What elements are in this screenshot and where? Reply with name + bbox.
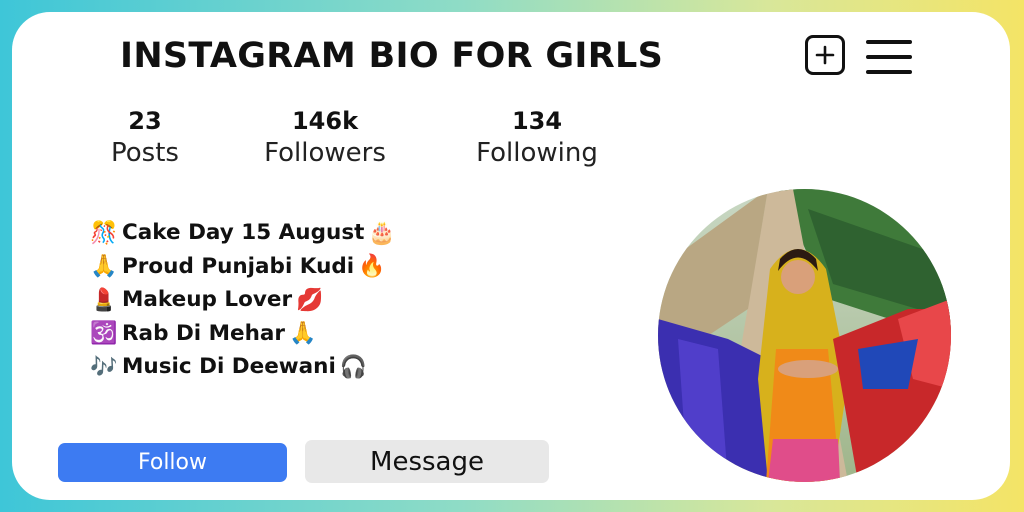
bio-line: 🎶 Music Di Deewani 🎧 — [90, 350, 396, 384]
bio-text: Rab Di Mehar — [122, 320, 286, 346]
plus-square-icon — [815, 45, 835, 65]
bio-line: 🙏 Proud Punjabi Kudi 🔥 — [90, 250, 396, 284]
hamburger-menu-icon[interactable] — [866, 40, 912, 74]
following-label: Following — [476, 138, 598, 168]
kiss-lips-icon: 💋 — [296, 286, 324, 312]
following-count: 134 — [511, 107, 563, 135]
bio-text: Makeup Lover — [122, 287, 293, 313]
folded-hands-icon: 🙏 — [289, 320, 317, 346]
bio: 🎊 Cake Day 15 August 🎂 🙏 Proud Punjabi K… — [90, 216, 396, 384]
cake-icon: 🎂 — [368, 219, 396, 245]
lipstick-icon: 💄 — [90, 286, 118, 312]
profile-photo-image — [658, 189, 951, 482]
bio-line: 💄 Makeup Lover 💋 — [90, 283, 396, 317]
bio-line: 🎊 Cake Day 15 August 🎂 — [90, 216, 396, 250]
headphones-icon: 🎧 — [339, 353, 368, 379]
folded-hands-icon: 🙏 — [90, 253, 118, 279]
followers-label: Followers — [264, 138, 386, 168]
profile-photo — [658, 189, 951, 482]
bio-text: Cake Day 15 August — [122, 220, 365, 246]
posts-count: 23 — [128, 107, 162, 135]
stat-followers[interactable]: 146k Followers — [250, 106, 400, 170]
stat-posts[interactable]: 23 Posts — [95, 106, 195, 170]
stat-following[interactable]: 134 Following — [462, 106, 612, 170]
new-post-button[interactable] — [805, 35, 845, 75]
followers-count: 146k — [291, 107, 359, 135]
follow-button[interactable]: Follow — [58, 443, 287, 482]
om-icon: 🕉️ — [90, 320, 118, 346]
bio-line: 🕉️ Rab Di Mehar 🙏 — [90, 317, 396, 351]
page-title: INSTAGRAM BIO FOR GIRLS — [120, 36, 664, 76]
bio-text: Proud Punjabi Kudi — [122, 253, 355, 279]
confetti-icon: 🎊 — [90, 219, 118, 245]
posts-label: Posts — [111, 138, 179, 168]
message-button[interactable]: Message — [305, 440, 549, 483]
music-notes-icon: 🎶 — [90, 353, 118, 379]
bio-text: Music Di Deewani — [122, 354, 336, 380]
fire-icon: 🔥 — [358, 253, 386, 279]
